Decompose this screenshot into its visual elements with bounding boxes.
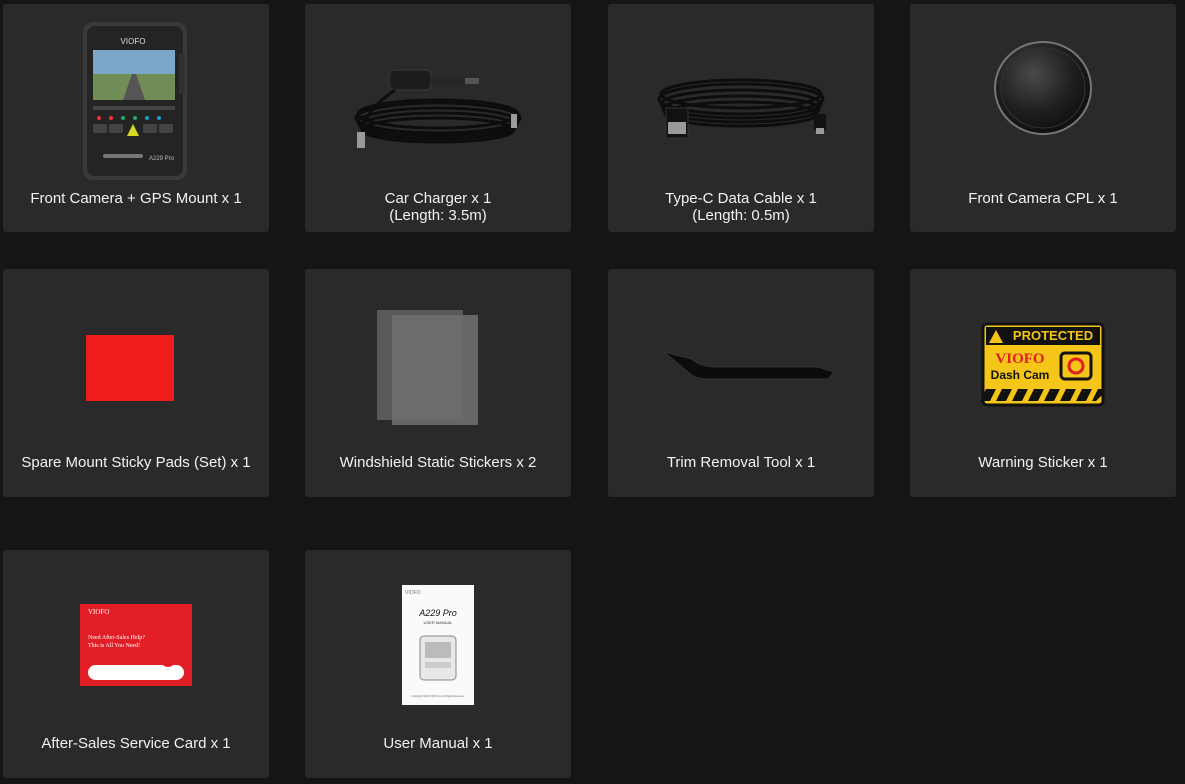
dash-camera-icon: VIOFO A229 Pro — [83, 22, 187, 180]
warning-sticker-icon: PROTECTED VIOFO Dash Cam — [980, 322, 1105, 407]
item-label-text: Front Camera + GPS Mount x 1 — [30, 190, 242, 207]
item-label: Front Camera CPL x 1 — [910, 190, 1176, 207]
item-sublabel-text: (Length: 3.5m) — [389, 207, 487, 224]
service-card-icon: VIOFO Need After-Sales Help? This is All… — [80, 604, 192, 686]
package-item-user-manual: VIOFO A229 Pro USER MANUAL Copyright ©20… — [305, 550, 571, 778]
item-label-text: Spare Mount Sticky Pads (Set) x 1 — [21, 454, 251, 471]
card-text-2: This is All You Need! — [88, 643, 140, 649]
package-item-sticky-pads: Spare Mount Sticky Pads (Set) x 1 — [3, 269, 269, 497]
package-item-data-cable: Type-C Data Cable x 1 (Length: 0.5m) — [608, 4, 874, 232]
manual-brand-text: VIOFO — [405, 590, 421, 596]
user-manual-icon: VIOFO A229 Pro USER MANUAL Copyright ©20… — [402, 585, 474, 705]
package-item-warning-sticker: PROTECTED VIOFO Dash Cam Warning Sticker… — [910, 269, 1176, 497]
car-charger-icon — [354, 69, 522, 148]
item-label: Spare Mount Sticky Pads (Set) x 1 — [3, 454, 269, 471]
item-label: Windshield Static Stickers x 2 — [305, 454, 571, 471]
item-label-text: User Manual x 1 — [383, 735, 493, 752]
item-label-text: Type-C Data Cable x 1 — [665, 190, 817, 207]
package-item-front-camera: VIOFO A229 Pro Front Camera + GPS Mount … — [3, 4, 269, 232]
item-label: Car Charger x 1 (Length: 3.5m) — [305, 190, 571, 224]
usb-cable-icon — [657, 78, 826, 139]
camera-brand-text: VIOFO — [121, 37, 146, 46]
package-item-cpl: Front Camera CPL x 1 — [910, 4, 1176, 232]
package-item-car-charger: Car Charger x 1 (Length: 3.5m) — [305, 4, 571, 232]
trim-tool-icon — [663, 351, 835, 380]
static-sticker-icon — [377, 310, 478, 425]
item-label: Warning Sticker x 1 — [910, 454, 1176, 471]
sticker-brand-text: VIOFO — [995, 351, 1044, 367]
item-label: Front Camera + GPS Mount x 1 — [3, 190, 269, 207]
item-label-text: Trim Removal Tool x 1 — [666, 454, 816, 471]
package-item-service-card: VIOFO Need After-Sales Help? This is All… — [3, 550, 269, 778]
item-label-text: After-Sales Service Card x 1 — [41, 735, 231, 752]
package-item-trim-tool: Trim Removal Tool x 1 — [608, 269, 874, 497]
sticker-top-text: PROTECTED — [1013, 328, 1093, 343]
item-label: Trim Removal Tool x 1 — [608, 454, 874, 471]
item-label: After-Sales Service Card x 1 — [3, 735, 269, 752]
manual-model-text: A229 Pro — [418, 608, 457, 618]
manual-footer-text: Copyright ©2023 VIOFO Ltd. All Rights Re… — [412, 695, 465, 698]
item-label-text: Car Charger x 1 — [384, 190, 492, 207]
item-label-text: Front Camera CPL x 1 — [968, 190, 1118, 207]
manual-subtitle-text: USER MANUAL — [424, 620, 454, 625]
item-label: User Manual x 1 — [305, 735, 571, 752]
camera-model-text: A229 Pro — [149, 156, 175, 162]
card-text-1: Need After-Sales Help? — [88, 634, 145, 641]
card-brand-text: VIOFO — [88, 608, 109, 616]
item-label-text: Windshield Static Stickers x 2 — [339, 454, 537, 471]
sticky-pad-icon — [86, 335, 174, 401]
item-label-text: Warning Sticker x 1 — [978, 454, 1108, 471]
sticker-sub-text: Dash Cam — [991, 368, 1050, 382]
item-sublabel-text: (Length: 0.5m) — [692, 207, 790, 224]
package-item-static-stickers: Windshield Static Stickers x 2 — [305, 269, 571, 497]
cpl-filter-icon — [994, 41, 1092, 135]
item-label: Type-C Data Cable x 1 (Length: 0.5m) — [608, 190, 874, 224]
